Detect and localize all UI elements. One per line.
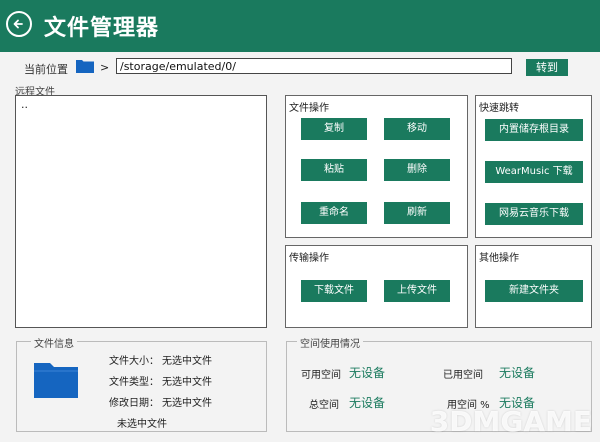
copy-button[interactable]: 复制 <box>301 118 367 140</box>
watermark: 3DMGAME <box>429 405 592 438</box>
move-button[interactable]: 移动 <box>384 118 450 140</box>
file-type-value: 无选中文件 <box>162 377 212 388</box>
go-button[interactable]: 转到 <box>526 59 568 76</box>
app-title: 文件管理器 <box>44 16 160 41</box>
rename-button[interactable]: 重命名 <box>301 202 367 224</box>
folder-icon <box>76 60 94 73</box>
other-ops-title: 其他操作 <box>479 253 519 264</box>
file-type-label: 文件类型： <box>109 377 159 388</box>
internal-root-button[interactable]: 内置储存根目录 <box>485 119 583 141</box>
path-separator: > <box>100 61 110 74</box>
available-space-label: 可用空间 <box>301 370 341 381</box>
folder-icon <box>34 363 78 398</box>
current-location-label: 当前位置 <box>24 63 68 76</box>
file-ops-panel: 文件操作 复制 移动 粘贴 删除 重命名 刷新 <box>285 95 468 238</box>
back-arrow-icon <box>13 19 23 29</box>
space-usage-legend: 空间使用情况 <box>297 335 363 350</box>
path-input[interactable] <box>116 58 512 74</box>
back-button[interactable] <box>6 11 32 37</box>
quick-jump-title: 快速跳转 <box>479 103 519 114</box>
file-size-value: 无选中文件 <box>162 356 212 367</box>
wearmusic-download-button[interactable]: WearMusic 下载 <box>485 161 583 183</box>
file-name: 未选中文件 <box>117 419 167 430</box>
list-item[interactable]: .. <box>21 98 28 111</box>
download-file-button[interactable]: 下载文件 <box>301 280 367 302</box>
paste-button[interactable]: 粘贴 <box>301 159 367 181</box>
upload-file-button[interactable]: 上传文件 <box>384 280 450 302</box>
delete-button[interactable]: 删除 <box>384 159 450 181</box>
modified-date-label: 修改日期： <box>109 398 159 409</box>
transfer-ops-panel: 传输操作 下载文件 上传文件 <box>285 245 468 328</box>
modified-date-value: 无选中文件 <box>162 398 212 409</box>
title-bar: 文件管理器 <box>0 0 600 52</box>
file-info-legend: 文件信息 <box>31 335 77 350</box>
available-space-value: 无设备 <box>349 366 386 380</box>
netease-download-button[interactable]: 网易云音乐下载 <box>485 203 583 225</box>
used-space-label: 已用空间 <box>443 370 483 381</box>
total-space-value: 无设备 <box>349 396 386 410</box>
total-space-label: 总空间 <box>309 400 339 411</box>
transfer-ops-title: 传输操作 <box>289 253 329 264</box>
file-ops-title: 文件操作 <box>289 103 329 114</box>
used-space-value: 无设备 <box>499 366 536 380</box>
file-size-label: 文件大小： <box>109 356 159 367</box>
file-info-group: 文件信息 文件大小： 无选中文件 文件类型： 无选中文件 修改日期： 无选中文件… <box>16 335 267 432</box>
quick-jump-panel: 快速跳转 内置储存根目录 WearMusic 下载 网易云音乐下载 <box>475 95 592 238</box>
remote-file-list[interactable]: .. <box>15 95 267 328</box>
other-ops-panel: 其他操作 新建文件夹 <box>475 245 592 328</box>
refresh-button[interactable]: 刷新 <box>384 202 450 224</box>
new-folder-button[interactable]: 新建文件夹 <box>485 280 583 302</box>
